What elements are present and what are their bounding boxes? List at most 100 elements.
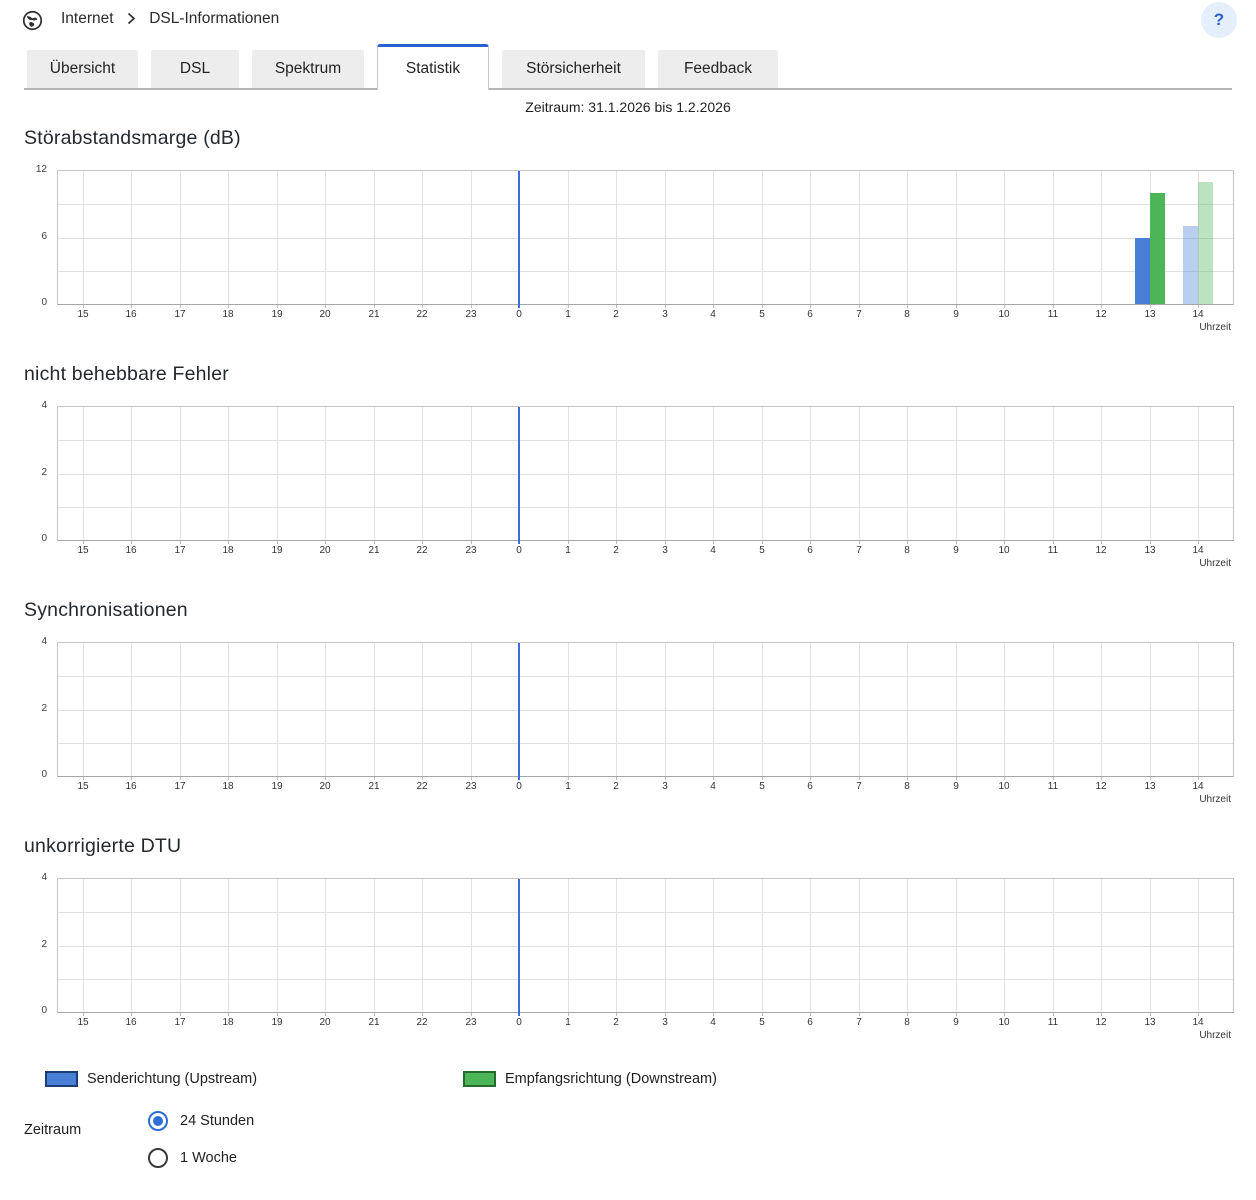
y-tick-label: 12 bbox=[36, 164, 47, 175]
radio-1-woche-label[interactable]: 1 Woche bbox=[180, 1150, 237, 1166]
v-gridline bbox=[1101, 643, 1102, 776]
tab-dsl[interactable]: DSL bbox=[151, 50, 239, 88]
x-axis-title: Uhrzeit bbox=[1199, 1030, 1231, 1041]
x-tick-label: 14 bbox=[1180, 309, 1216, 320]
h-gridline bbox=[58, 710, 1233, 711]
v-gridline bbox=[616, 171, 617, 304]
v-gridline bbox=[131, 171, 132, 304]
bar-downstream bbox=[1150, 193, 1165, 304]
x-tick bbox=[374, 777, 375, 780]
x-tick-label: 23 bbox=[453, 545, 489, 556]
chart-block: nicht behebbare Fehler024151617181920212… bbox=[24, 363, 1232, 572]
v-gridline bbox=[810, 879, 811, 1012]
x-tick-label: 1 bbox=[550, 309, 586, 320]
v-gridline bbox=[1053, 407, 1054, 540]
x-tick bbox=[1004, 777, 1005, 780]
x-tick-label: 16 bbox=[113, 309, 149, 320]
radio-24-stunden-icon[interactable] bbox=[148, 1111, 168, 1131]
x-tick-label: 1 bbox=[550, 545, 586, 556]
chart-title: Störabstandsmarge (dB) bbox=[24, 127, 1232, 150]
v-gridline bbox=[713, 879, 714, 1012]
x-tick bbox=[1150, 1013, 1151, 1016]
chart-block: unkorrigierte DTU02415161718192021222301… bbox=[24, 835, 1232, 1044]
v-gridline bbox=[180, 171, 181, 304]
x-tick-label: 17 bbox=[162, 781, 198, 792]
v-gridline bbox=[374, 407, 375, 540]
h-gridline bbox=[58, 912, 1233, 913]
help-button[interactable]: ? bbox=[1201, 2, 1237, 38]
tab-stoersicherheit[interactable]: Störsicherheit bbox=[502, 50, 645, 88]
v-gridline bbox=[1004, 407, 1005, 540]
x-tick-label: 10 bbox=[986, 545, 1022, 556]
breadcrumb: Internet DSL-Informationen bbox=[61, 10, 279, 30]
v-gridline bbox=[422, 879, 423, 1012]
x-tick-label: 18 bbox=[210, 1017, 246, 1028]
x-tick-label: 4 bbox=[695, 781, 731, 792]
x-tick-label: 23 bbox=[453, 781, 489, 792]
x-tick bbox=[228, 541, 229, 544]
v-gridline bbox=[325, 171, 326, 304]
radio-1-woche[interactable]: 1 Woche bbox=[148, 1148, 254, 1168]
x-tick bbox=[471, 777, 472, 780]
x-tick-label: 4 bbox=[695, 309, 731, 320]
radio-24-stunden-label[interactable]: 24 Stunden bbox=[180, 1113, 254, 1129]
x-tick bbox=[713, 1013, 714, 1016]
x-tick bbox=[180, 541, 181, 544]
v-gridline bbox=[325, 879, 326, 1012]
chart: 0241516171819202122230123456789101112131… bbox=[24, 878, 1232, 1044]
x-tick-label: 15 bbox=[65, 309, 101, 320]
v-gridline bbox=[277, 407, 278, 540]
x-tick bbox=[471, 305, 472, 308]
x-tick bbox=[471, 1013, 472, 1016]
v-gridline bbox=[956, 879, 957, 1012]
v-gridline bbox=[1004, 643, 1005, 776]
x-tick-label: 18 bbox=[210, 309, 246, 320]
bar-upstream bbox=[1183, 226, 1198, 304]
x-tick-label: 20 bbox=[307, 545, 343, 556]
v-gridline bbox=[1150, 879, 1151, 1012]
chart-block: Synchronisationen02415161718192021222301… bbox=[24, 599, 1232, 808]
x-axis-title: Uhrzeit bbox=[1199, 322, 1231, 333]
x-tick bbox=[907, 777, 908, 780]
tab-uebersicht[interactable]: Übersicht bbox=[27, 50, 138, 88]
y-axis-labels: 024 bbox=[24, 406, 57, 539]
x-tick bbox=[1004, 541, 1005, 544]
tab-spektrum[interactable]: Spektrum bbox=[252, 50, 364, 88]
x-tick bbox=[810, 541, 811, 544]
v-gridline bbox=[956, 643, 957, 776]
x-tick bbox=[1198, 777, 1199, 780]
x-tick-label: 12 bbox=[1083, 309, 1119, 320]
x-tick bbox=[422, 1013, 423, 1016]
v-gridline bbox=[1053, 171, 1054, 304]
radio-24-stunden[interactable]: 24 Stunden bbox=[148, 1111, 254, 1131]
breadcrumb-page: DSL-Informationen bbox=[149, 10, 279, 27]
y-tick-label: 0 bbox=[41, 297, 47, 308]
tab-feedback[interactable]: Feedback bbox=[658, 50, 778, 88]
x-tick-label: 19 bbox=[259, 1017, 295, 1028]
x-tick bbox=[907, 305, 908, 308]
radio-1-woche-icon[interactable] bbox=[148, 1148, 168, 1168]
x-tick-label: 15 bbox=[65, 781, 101, 792]
y-tick-label: 0 bbox=[41, 1005, 47, 1016]
v-gridline bbox=[228, 643, 229, 776]
x-tick-label: 1 bbox=[550, 1017, 586, 1028]
x-tick bbox=[228, 1013, 229, 1016]
x-tick-label: 8 bbox=[889, 1017, 925, 1028]
breadcrumb-section[interactable]: Internet bbox=[61, 10, 114, 27]
x-tick bbox=[907, 541, 908, 544]
x-tick-label: 23 bbox=[453, 309, 489, 320]
x-tick-label: 4 bbox=[695, 1017, 731, 1028]
upstream-swatch-icon bbox=[45, 1071, 78, 1087]
x-tick bbox=[713, 305, 714, 308]
v-gridline bbox=[810, 171, 811, 304]
v-gridline bbox=[665, 643, 666, 776]
v-gridline bbox=[616, 879, 617, 1012]
v-gridline bbox=[325, 643, 326, 776]
legend-item-upstream: Senderichtung (Upstream) bbox=[45, 1071, 257, 1087]
x-tick-label: 22 bbox=[404, 309, 440, 320]
y-tick-label: 6 bbox=[41, 230, 47, 241]
tab-statistik[interactable]: Statistik bbox=[377, 44, 489, 90]
plot-area: 15161718192021222301234567891011121314Uh… bbox=[57, 642, 1234, 808]
v-gridline bbox=[956, 171, 957, 304]
x-tick-label: 19 bbox=[259, 309, 295, 320]
